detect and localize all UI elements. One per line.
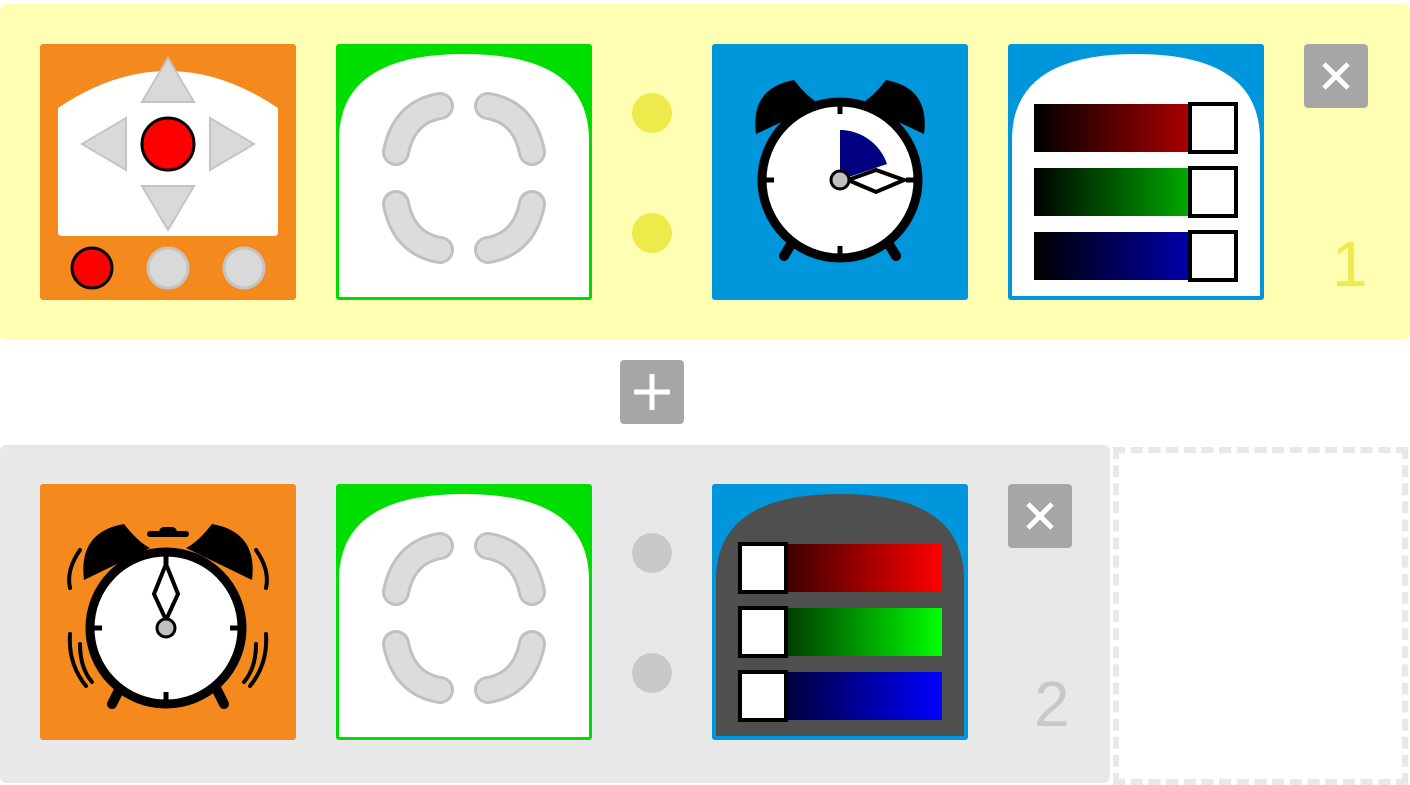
any-direction-icon [339, 494, 589, 737]
rgb-sliders-icon [1012, 54, 1260, 296]
action-tile-timer[interactable] [712, 44, 968, 300]
action-tile-rgb[interactable] [712, 484, 968, 740]
gamepad-icon [58, 56, 278, 290]
add-row-button[interactable] [620, 360, 684, 424]
condition-tile-direction[interactable] [336, 484, 592, 740]
connector-dot [632, 653, 672, 693]
close-icon [1026, 502, 1054, 530]
trigger-tile-gamepad[interactable] [40, 44, 296, 300]
connector-dot [632, 213, 672, 253]
alarm-clock-timer-icon [755, 80, 925, 263]
rgb-sliders-icon [716, 494, 964, 736]
plus-icon [634, 374, 670, 410]
close-icon [1322, 62, 1350, 90]
ringing-alarm-clock-icon [67, 524, 269, 709]
delete-row-button[interactable] [1304, 44, 1368, 108]
drop-zone[interactable] [1113, 447, 1408, 785]
action-tile-rgb[interactable] [1008, 44, 1264, 300]
trigger-tile-alarm[interactable] [40, 484, 296, 740]
row-number: 1 [1332, 228, 1368, 300]
condition-tile-direction[interactable] [336, 44, 592, 300]
delete-row-button[interactable] [1008, 484, 1072, 548]
row-number: 2 [1034, 668, 1070, 740]
connector-dot [632, 533, 672, 573]
any-direction-icon [339, 54, 589, 297]
connector-dot [632, 93, 672, 133]
